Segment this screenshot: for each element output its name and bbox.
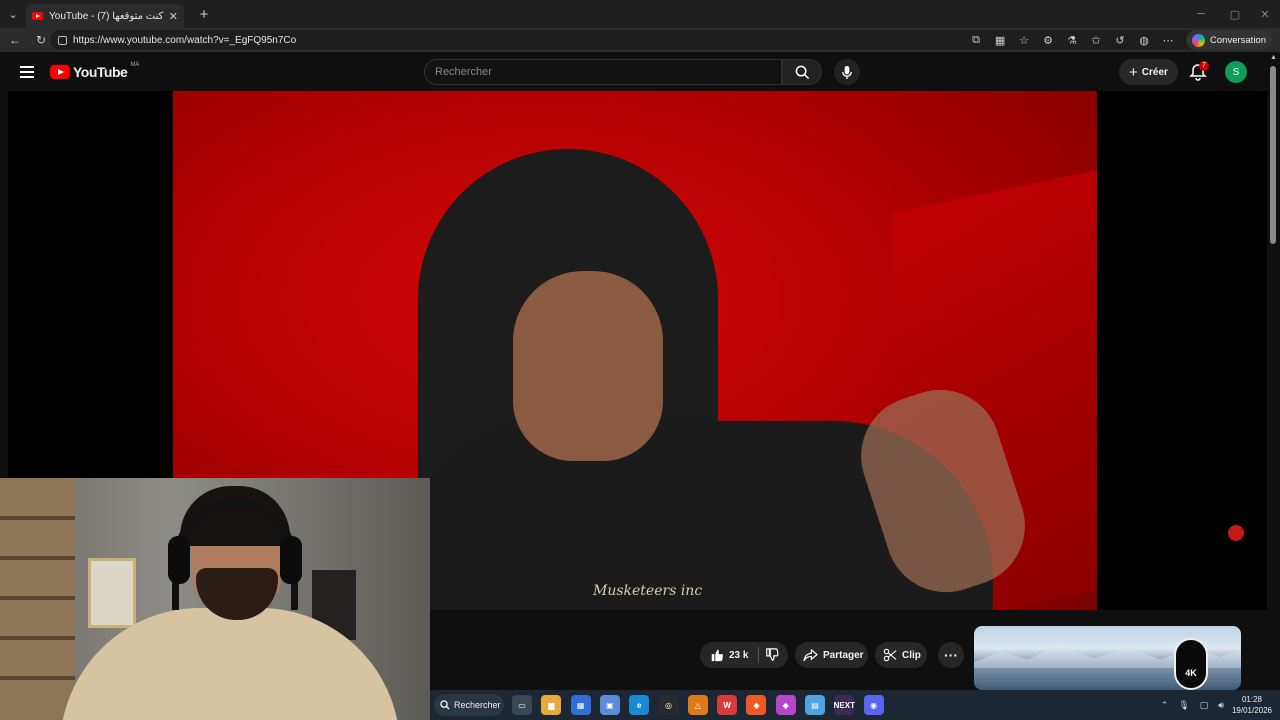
- history-icon[interactable]: ↺: [1110, 30, 1130, 50]
- thumbs-down-icon[interactable]: [765, 648, 779, 662]
- like-count[interactable]: 23 k: [729, 650, 748, 661]
- favorites-icon[interactable]: ✩: [1086, 30, 1106, 50]
- back-icon[interactable]: ←: [4, 29, 26, 51]
- clip-button[interactable]: Clip: [875, 642, 927, 668]
- extensions-icon[interactable]: ⚙: [1038, 30, 1058, 50]
- tab-title: YouTube - أخر حاجة كنت متوقعها (7): [49, 10, 165, 22]
- create-button[interactable]: + Créer: [1119, 59, 1178, 85]
- network-icon[interactable]: ▢: [1200, 700, 1209, 711]
- more-actions-button[interactable]: ···: [938, 642, 964, 668]
- taskbar-search-label: Rechercher: [454, 700, 501, 710]
- windows-taskbar: Rechercher ▭ ▆ ▦ ▣ e ◎ △ W ◆ ◆ ▤ NEXT ◉ ⌃ 🎙︎ ▢ 🔊︎ 01…: [430, 690, 1280, 720]
- taskbar-search[interactable]: Rechercher: [434, 694, 504, 716]
- youtube-logo[interactable]: YouTube MA: [50, 62, 140, 80]
- scrollbar-thumb[interactable]: [1270, 66, 1276, 244]
- scroll-up-icon[interactable]: ▲: [1270, 54, 1277, 61]
- wall-frame: [88, 558, 136, 628]
- hoodie-print-text: Musketeers inc: [593, 583, 703, 599]
- youtube-favicon-icon: [32, 12, 43, 20]
- maximize-icon[interactable]: ▢: [1218, 0, 1252, 28]
- channel-logo-4k-badge: 4K: [1174, 638, 1208, 690]
- profile-icon[interactable]: ◍: [1134, 30, 1154, 50]
- minimize-icon[interactable]: ─: [1184, 0, 1218, 28]
- microphone-tray-icon[interactable]: 🎙︎: [1178, 700, 1189, 711]
- notifications-count-badge: 7: [1199, 61, 1209, 71]
- taskbar-app-app-orange-icon[interactable]: △: [687, 695, 708, 715]
- address-bar: ← ↻ https://www.youtube.com/watch?v=_EgF…: [0, 28, 1280, 52]
- chevron-up-icon[interactable]: ⌃: [1161, 700, 1169, 711]
- headset-earcup-right: [280, 536, 302, 584]
- taskbar-app-file-explorer-icon[interactable]: ▆: [541, 695, 562, 715]
- taskbar-app-task-view-icon[interactable]: ▭: [512, 695, 532, 715]
- clip-label: Clip: [902, 649, 921, 661]
- site-info-icon[interactable]: [58, 35, 67, 45]
- taskbar-app-edge-icon[interactable]: e: [629, 695, 650, 715]
- more-icon[interactable]: ⋯: [1158, 30, 1178, 50]
- headset-earcup-left: [168, 536, 190, 584]
- account-avatar[interactable]: S: [1225, 61, 1247, 83]
- plus-icon: +: [1129, 63, 1138, 81]
- reader-icon[interactable]: ▦: [990, 30, 1010, 50]
- like-dislike-group: 23 k: [700, 642, 788, 668]
- search-button[interactable]: [782, 59, 822, 85]
- taskbar-app-discord-icon[interactable]: ◉: [863, 695, 884, 715]
- taskbar-clock[interactable]: 01:28 19/01/2026: [1232, 694, 1272, 716]
- like-divider: [758, 647, 760, 663]
- new-tab-icon[interactable]: +: [192, 2, 216, 26]
- search-icon: [440, 700, 450, 710]
- share-icon: [803, 648, 818, 661]
- page-scrollbar[interactable]: ▲: [1267, 52, 1280, 690]
- country-code: MA: [130, 62, 140, 68]
- voice-search-button[interactable]: [834, 59, 860, 85]
- tab-menu-icon[interactable]: ⌄: [0, 0, 26, 28]
- video-actions-area: 23 k Partager Clip ··· 4K: [430, 610, 1267, 690]
- taskbar-app-brave-beta-icon[interactable]: ◆: [775, 695, 796, 715]
- thumbs-up-icon[interactable]: [710, 648, 724, 662]
- presenter-face: [513, 271, 663, 461]
- conversation-button[interactable]: Conversation: [1186, 30, 1272, 50]
- menu-icon[interactable]: [20, 66, 34, 78]
- conversation-label: Conversation: [1210, 34, 1266, 46]
- taskbar-app-photos-icon[interactable]: ▣: [599, 695, 620, 715]
- url-text: https://www.youtube.com/watch?v=_EgFQ95n…: [73, 34, 297, 46]
- microphone-icon: [842, 65, 852, 79]
- bookshelf: [0, 478, 75, 720]
- youtube-play-icon: [50, 65, 70, 79]
- create-label: Créer: [1141, 66, 1168, 78]
- close-icon[interactable]: ✕: [169, 10, 178, 23]
- search-icon: [795, 65, 809, 79]
- browser-tab-bar: ⌄ YouTube - أخر حاجة كنت متوقعها (7) ✕ +…: [0, 0, 1280, 28]
- share-button[interactable]: Partager: [795, 642, 868, 668]
- youtube-header: YouTube MA Rechercher + Créer 7 S: [8, 52, 1267, 92]
- youtube-logo-text: YouTube: [73, 64, 128, 80]
- recording-indicator-icon: [1228, 525, 1244, 541]
- taskbar-app-wps-icon[interactable]: W: [717, 695, 738, 715]
- clock-time: 01:28: [1241, 695, 1262, 704]
- taskbar-app-brave-icon[interactable]: ◆: [746, 695, 767, 715]
- search-input[interactable]: Rechercher: [424, 59, 782, 85]
- window-close-icon[interactable]: ✕: [1248, 0, 1280, 28]
- share-label: Partager: [823, 649, 864, 661]
- scissors-icon: [883, 648, 897, 662]
- clock-date: 19/01/2026: [1231, 706, 1272, 715]
- webcam-overlay: [0, 478, 430, 720]
- browser-tab[interactable]: YouTube - أخر حاجة كنت متوقعها (7) ✕: [26, 4, 184, 28]
- browser-toolbar: ⧉ ▦ ☆ ⚙ ⚗ ✩ ↺ ◍ ⋯ Conversation: [962, 28, 1272, 52]
- star-icon[interactable]: ☆: [1014, 30, 1034, 50]
- recommended-video-thumbnail[interactable]: 4K: [974, 626, 1241, 690]
- extension-icon[interactable]: ⚗: [1062, 30, 1082, 50]
- translate-icon[interactable]: ⧉: [966, 30, 986, 50]
- taskbar-app-next-icon[interactable]: NEXT: [834, 695, 855, 715]
- volume-icon[interactable]: 🔊︎: [1218, 700, 1224, 711]
- taskbar-app-store-icon[interactable]: ▦: [570, 695, 591, 715]
- system-tray: ⌃ 🎙︎ ▢ 🔊︎ 01:28 19/01/2026: [1151, 690, 1280, 720]
- copilot-icon: [1192, 33, 1206, 47]
- taskbar-app-window-icon[interactable]: ▤: [805, 695, 825, 715]
- refresh-icon[interactable]: ↻: [30, 29, 52, 51]
- taskbar-app-obs-icon[interactable]: ◎: [658, 695, 679, 715]
